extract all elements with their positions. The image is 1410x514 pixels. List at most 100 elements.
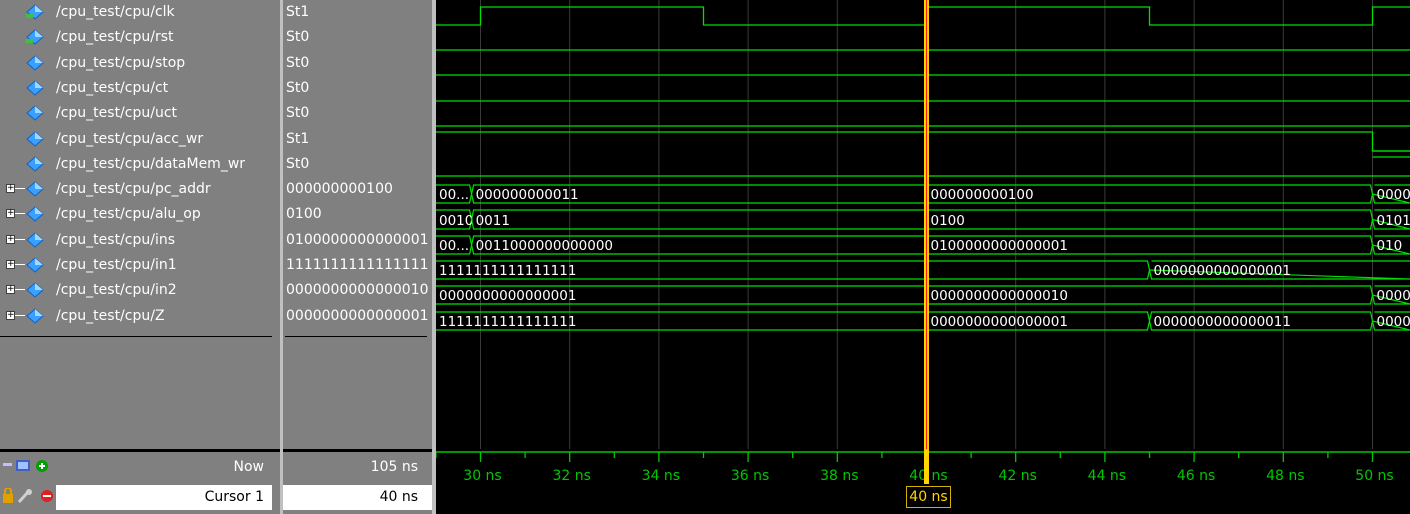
bus-value-label: 0000000000000001: [1154, 263, 1291, 279]
now-icons[interactable]: [2, 458, 48, 474]
bus-value-label: 1111111111111111: [439, 314, 576, 330]
signal-row[interactable]: /cpu_test/cpu/stop: [0, 51, 280, 76]
tree-connector: [15, 315, 25, 316]
signal-row[interactable]: + /cpu_test/cpu/in1: [0, 253, 280, 278]
signal-value-row[interactable]: St0: [283, 152, 432, 177]
bus-value-label: 000000000100: [931, 187, 1034, 203]
cursor-label: Cursor 1: [204, 489, 264, 505]
bus-value-label: 00...: [439, 187, 469, 203]
bus-value-label: 0101: [1377, 213, 1410, 229]
bus-value-label: 1111111111111111: [439, 263, 576, 279]
bus-value-label: 00...: [439, 238, 469, 254]
wave-acc-wr: [436, 131, 1410, 152]
signal-name: /cpu_test/cpu/pc_addr: [56, 181, 211, 197]
wave-clk: [436, 6, 1410, 26]
signal-value: St1: [286, 4, 310, 20]
time-tick-label: 38 ns: [820, 468, 858, 484]
waveform-canvas[interactable]: 00... 000000000011 000000000100 00000010 001…: [436, 0, 1410, 449]
expand-icon[interactable]: +: [6, 184, 15, 193]
time-tick-label: 42 ns: [998, 468, 1036, 484]
signal-value-row[interactable]: St0: [283, 51, 432, 76]
signal-name: /cpu_test/cpu/rst: [56, 29, 174, 45]
signal-value: St0: [286, 105, 310, 121]
signal-row[interactable]: + /cpu_test/cpu/ins: [0, 228, 280, 253]
signal-diamond-icon: [26, 308, 44, 324]
signal-name: /cpu_test/cpu/clk: [56, 4, 175, 20]
bus-value-label: 0100: [931, 213, 965, 229]
signal-diamond-icon: [26, 206, 44, 222]
time-tick-label: 36 ns: [731, 468, 769, 484]
cursor-name-field[interactable]: Cursor 1: [56, 485, 272, 510]
now-label: Now: [233, 459, 265, 475]
signal-value-row[interactable]: 0100000000000001: [283, 228, 432, 253]
signal-value: St0: [286, 80, 310, 96]
cursor-value: 40 ns: [379, 489, 418, 505]
footer-values-pane: 105 ns 40 ns: [283, 452, 432, 514]
signal-diamond-icon: [26, 257, 44, 273]
signal-name: /cpu_test/cpu/stop: [56, 55, 186, 71]
cursor-time-flag[interactable]: 40 ns: [906, 486, 951, 508]
bus-value-label: 000000000011: [476, 187, 579, 203]
signal-diamond-icon: [26, 156, 44, 172]
signal-row[interactable]: /cpu_test/cpu/rst: [0, 25, 280, 50]
cursor-line-axis: [924, 449, 929, 484]
signal-diamond-icon: [26, 105, 44, 121]
signal-name: /cpu_test/cpu/acc_wr: [56, 131, 204, 147]
signal-value: 0000000000000010: [286, 282, 429, 298]
signal-value: 0100000000000001: [286, 232, 429, 248]
signal-value: St1: [286, 131, 310, 147]
signal-row[interactable]: /cpu_test/cpu/ct: [0, 76, 280, 101]
signal-row[interactable]: /cpu_test/cpu/dataMem_wr: [0, 152, 280, 177]
time-tick-label: 30 ns: [463, 468, 501, 484]
now-value: 105 ns: [370, 459, 418, 475]
expand-icon[interactable]: +: [6, 311, 15, 320]
signal-value-row[interactable]: St1: [283, 127, 432, 152]
signal-row[interactable]: /cpu_test/cpu/acc_wr: [0, 127, 280, 152]
signal-row[interactable]: /cpu_test/cpu/clk: [0, 0, 280, 25]
tree-connector: [15, 264, 25, 265]
time-tick-label: 34 ns: [642, 468, 680, 484]
signal-value-row[interactable]: 0100: [283, 202, 432, 227]
signal-value: 0000000000000001: [286, 308, 429, 324]
signal-name: /cpu_test/cpu/ins: [56, 232, 176, 248]
bus-value-label: 0100000000000001: [931, 238, 1068, 254]
signal-row[interactable]: + /cpu_test/cpu/alu_op: [0, 202, 280, 227]
bus-value-label: 0000000000000001: [439, 288, 576, 304]
signal-value-row[interactable]: 1111111111111111: [283, 253, 432, 278]
signal-value: 000000000100: [286, 181, 393, 197]
cursor-value-field[interactable]: 40 ns: [283, 485, 432, 510]
signal-name: /cpu_test/cpu/in2: [56, 282, 177, 298]
bus-value-label: 0000: [1377, 288, 1410, 304]
signal-value-row[interactable]: St0: [283, 101, 432, 126]
signal-diamond-icon: [26, 282, 44, 298]
bus-value-label: 0011000000000000: [476, 238, 613, 254]
time-tick-label: 48 ns: [1266, 468, 1304, 484]
signal-diamond-icon: [26, 232, 44, 248]
signal-value-row[interactable]: St0: [283, 25, 432, 50]
signal-value: 0100: [286, 206, 322, 222]
signal-name: /cpu_test/cpu/in1: [56, 257, 177, 273]
tree-connector: [15, 289, 25, 290]
signal-value-row[interactable]: St1: [283, 0, 432, 25]
signal-row[interactable]: + /cpu_test/cpu/Z: [0, 304, 280, 329]
cursor-icons[interactable]: [2, 487, 56, 504]
bus-value-label: 0000000000000011: [1154, 314, 1291, 330]
signal-diamond-icon: [26, 181, 44, 197]
signal-clock-icon: [26, 4, 44, 20]
signal-value: St0: [286, 29, 310, 45]
expand-icon[interactable]: +: [6, 285, 15, 294]
time-tick-label: 44 ns: [1088, 468, 1126, 484]
signal-diamond-icon: [26, 80, 44, 96]
signal-value-row[interactable]: 0000000000000010: [283, 278, 432, 303]
signal-value-row[interactable]: 000000000100: [283, 177, 432, 202]
expand-icon[interactable]: +: [6, 235, 15, 244]
signal-value-row[interactable]: 0000000000000001: [283, 304, 432, 329]
signal-row[interactable]: + /cpu_test/cpu/pc_addr: [0, 177, 280, 202]
signal-value-row[interactable]: St0: [283, 76, 432, 101]
list-end-line: [285, 336, 427, 337]
expand-icon[interactable]: +: [6, 260, 15, 269]
signal-row[interactable]: + /cpu_test/cpu/in2: [0, 278, 280, 303]
expand-icon[interactable]: +: [6, 209, 15, 218]
wave-alu-op: [470, 209, 928, 230]
signal-row[interactable]: /cpu_test/cpu/uct: [0, 101, 280, 126]
